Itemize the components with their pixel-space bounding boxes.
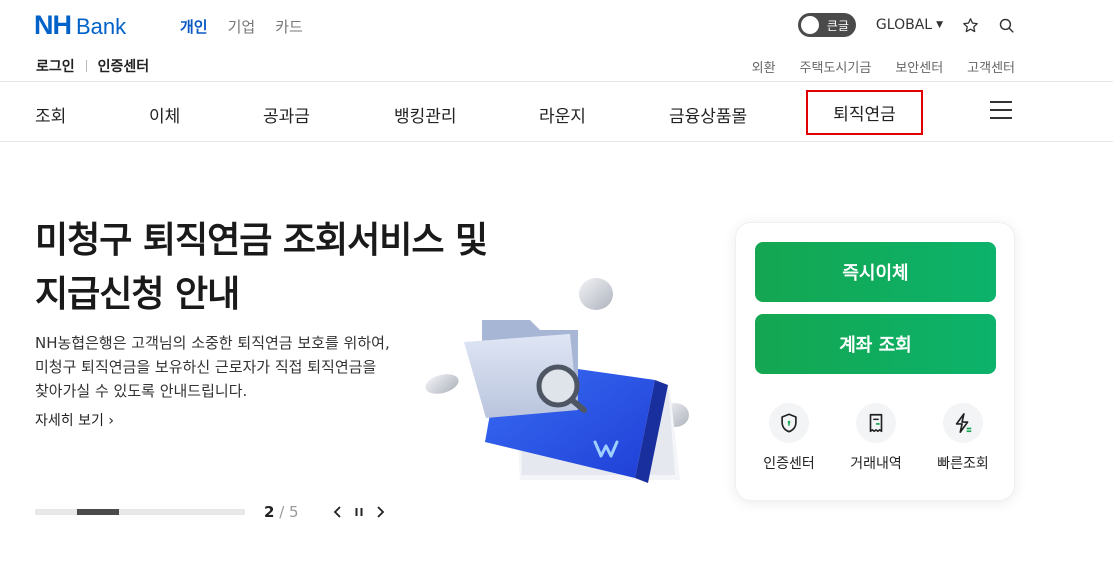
global-label: GLOBAL xyxy=(875,17,933,33)
logo-bank-text: Bank xyxy=(76,14,127,39)
utility-links: 외환 주택도시기금 보안센터 고객센터 xyxy=(752,57,1015,76)
pause-icon[interactable] xyxy=(352,505,366,519)
instant-transfer-label: 즉시이체 xyxy=(842,263,909,284)
more-details-link[interactable]: 자세히 보기 › xyxy=(35,410,114,430)
instant-transfer-button[interactable]: 즉시이체 xyxy=(755,242,996,302)
receipt-icon xyxy=(856,403,896,443)
large-text-toggle[interactable]: 큰글 xyxy=(797,13,856,37)
quick-menu-panel: 즉시이체 계좌 조회 인증센터 거래내역 빠른조회 xyxy=(735,222,1015,501)
hero-title-line1: 미청구 퇴직연금 조회서비스 및 xyxy=(35,220,488,261)
retirement-illustration xyxy=(420,270,700,500)
hero-desc-line2: 미청구 퇴직연금을 보유하신 근로자가 직접 퇴직연금을 xyxy=(35,358,377,376)
cert-center-link[interactable]: 인증센터 xyxy=(98,56,150,76)
quick-cert-center[interactable]: 인증센터 xyxy=(746,403,832,473)
util-link-security-center[interactable]: 보안센터 xyxy=(895,57,943,76)
login-links: 로그인 인증센터 xyxy=(36,56,149,76)
util-link-housing-fund[interactable]: 주택도시기금 xyxy=(800,57,872,76)
quick-fast-inquiry-label: 빠른조회 xyxy=(937,456,989,472)
main-nav: 조회 이체 공과금 뱅킹관리 라운지 금융상품몰 퇴직연금 xyxy=(0,83,1113,142)
quick-transaction-history[interactable]: 거래내역 xyxy=(833,403,919,473)
favorite-star-icon[interactable] xyxy=(961,16,979,34)
account-inquiry-button[interactable]: 계좌 조회 xyxy=(755,314,996,374)
hero-desc-line3: 찾아가실 수 있도록 안내드립니다. xyxy=(35,382,248,400)
quick-icon-row: 인증센터 거래내역 빠른조회 xyxy=(746,403,1006,473)
tab-card[interactable]: 카드 xyxy=(275,16,303,37)
quick-fast-inquiry[interactable]: 빠른조회 xyxy=(920,403,1006,473)
tab-business[interactable]: 기업 xyxy=(228,16,256,37)
header-sub: 로그인 인증센터 외환 주택도시기금 보안센터 고객센터 xyxy=(0,50,1113,82)
lightning-icon xyxy=(943,403,983,443)
toggle-knob xyxy=(800,16,819,34)
menu-hamburger-icon[interactable] xyxy=(990,101,1012,119)
nav-item-transfer[interactable]: 이체 xyxy=(149,102,180,127)
more-details-label: 자세히 보기 xyxy=(35,413,104,429)
current-slide: 2 xyxy=(264,503,275,521)
total-slides: / 5 xyxy=(279,503,299,521)
nav-item-inquiry[interactable]: 조회 xyxy=(35,102,66,127)
quick-transaction-history-label: 거래내역 xyxy=(850,456,902,472)
large-text-label: 큰글 xyxy=(826,19,849,33)
prev-slide-icon[interactable] xyxy=(331,505,345,519)
account-inquiry-label: 계좌 조회 xyxy=(839,335,912,356)
nav-item-retirement-pension[interactable]: 퇴직연금 xyxy=(806,90,923,135)
util-link-forex[interactable]: 외환 xyxy=(752,57,776,76)
divider xyxy=(85,60,87,72)
shield-icon xyxy=(769,403,809,443)
quick-cert-center-label: 인증센터 xyxy=(763,456,815,472)
hero-description: NH농협은행은 고객님의 소중한 퇴직연금 보호를 위하여, 미청구 퇴직연금을… xyxy=(35,331,425,403)
nav-item-lounge[interactable]: 라운지 xyxy=(539,102,586,127)
nav-item-utility-bills[interactable]: 공과금 xyxy=(263,102,310,127)
header-tools: 큰글 GLOBAL ▼ xyxy=(797,13,1015,37)
logo-nh-text: NH xyxy=(34,10,72,40)
slide-progress-fill xyxy=(77,509,119,515)
business-tabs: 개인 기업 카드 xyxy=(180,16,303,37)
slide-progress-bar xyxy=(35,509,245,515)
search-icon[interactable] xyxy=(997,16,1015,34)
caret-down-icon: ▼ xyxy=(936,20,943,30)
global-dropdown[interactable]: GLOBAL ▼ xyxy=(876,17,943,33)
util-link-customer-center[interactable]: 고객센터 xyxy=(967,57,1015,76)
tab-personal[interactable]: 개인 xyxy=(180,16,208,37)
nh-bank-logo[interactable]: NH Bank xyxy=(34,10,126,41)
next-slide-icon[interactable] xyxy=(373,505,387,519)
hero-desc-line1: NH농협은행은 고객님의 소중한 퇴직연금 보호를 위하여, xyxy=(35,334,390,352)
chevron-right-icon: › xyxy=(108,413,114,429)
login-link[interactable]: 로그인 xyxy=(36,56,75,76)
nav-item-retirement-label: 퇴직연금 xyxy=(833,105,896,125)
slide-pager: 2 / 5 xyxy=(264,503,299,521)
nav-item-financial-mall[interactable]: 금융상품몰 xyxy=(669,102,747,127)
header-top: NH Bank 개인 기업 카드 큰글 GLOBAL ▼ xyxy=(0,0,1113,50)
nav-item-banking-mgmt[interactable]: 뱅킹관리 xyxy=(394,102,457,127)
